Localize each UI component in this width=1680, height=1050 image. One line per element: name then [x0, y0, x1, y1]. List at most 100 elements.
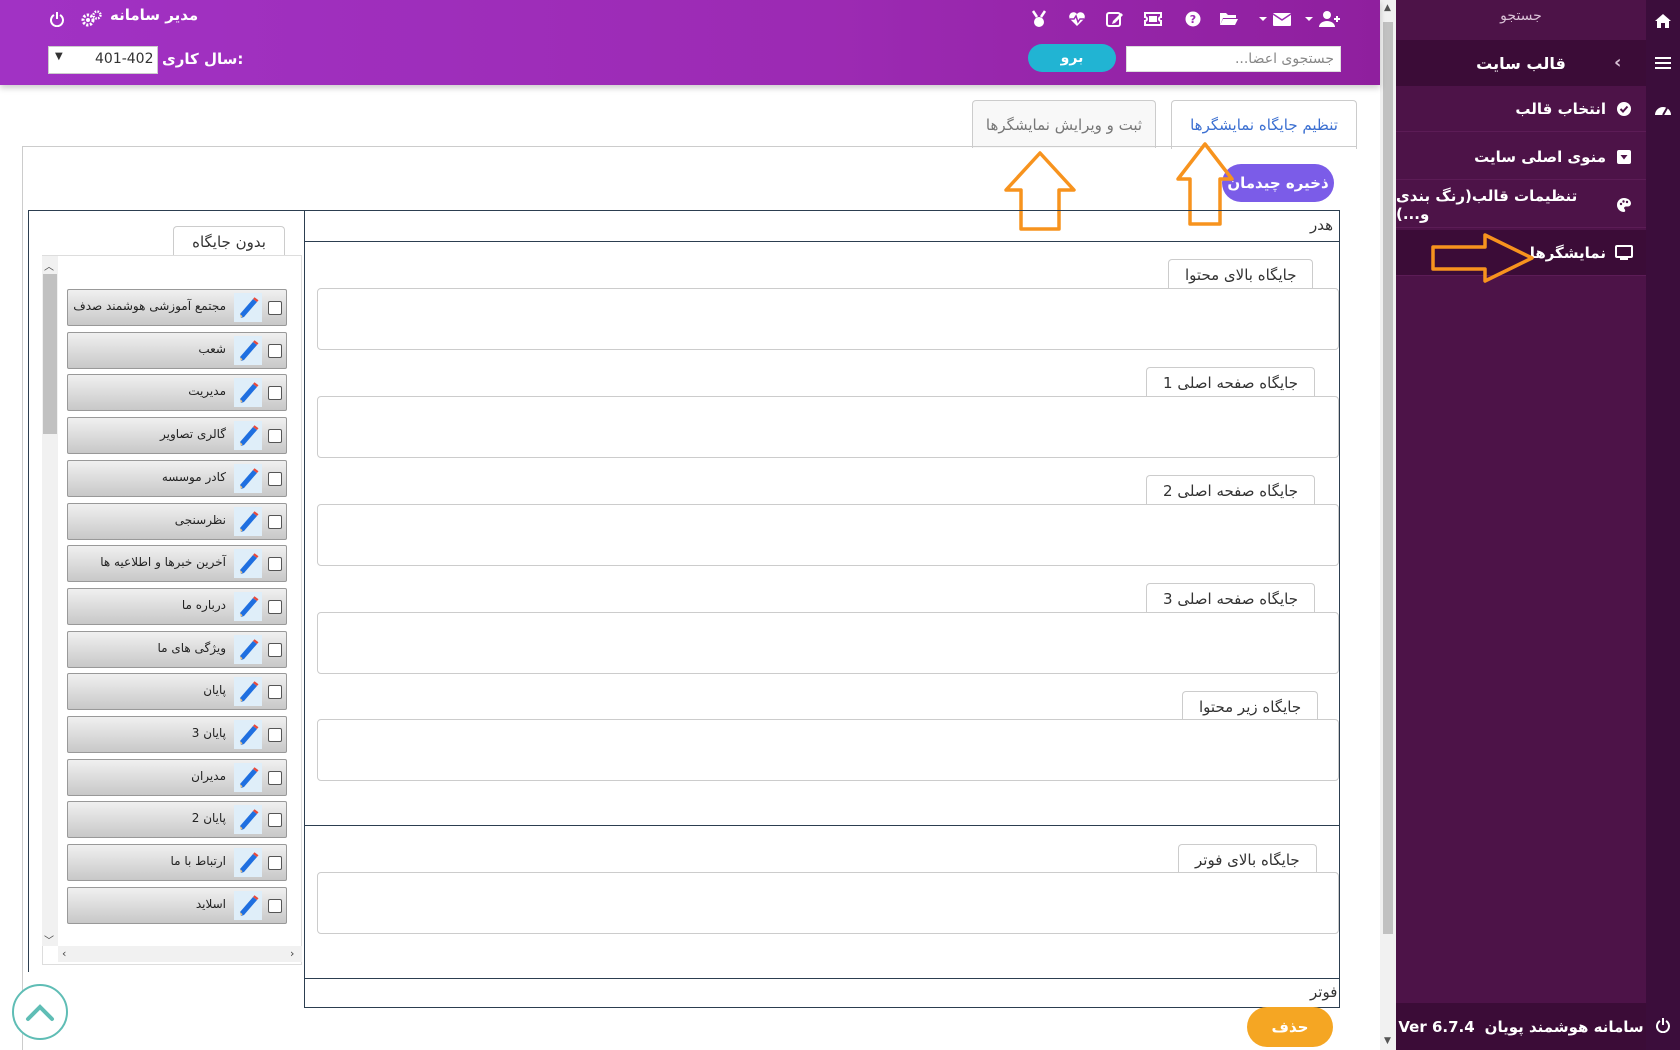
slot-dropzone-above-content[interactable] [317, 288, 1339, 350]
pencil-icon[interactable] [234, 378, 262, 407]
list-item[interactable]: کادر موسسه [67, 460, 287, 497]
list-item[interactable]: مدیران [67, 759, 287, 796]
help-icon[interactable]: ? [1182, 8, 1204, 30]
slot-dropzone-below-content[interactable] [317, 719, 1339, 781]
pencil-icon[interactable] [234, 549, 262, 578]
member-search-input[interactable]: جستجوی اعضا... [1126, 46, 1341, 72]
item-checkbox[interactable] [268, 386, 282, 400]
heartbeat-icon[interactable] [1066, 8, 1088, 30]
list-item[interactable]: نظرسنجی [67, 503, 287, 540]
sidebar-item-template-settings[interactable]: تنظیمات قالب(رنگ بندی و...) [1396, 182, 1646, 228]
item-checkbox[interactable] [268, 515, 282, 529]
footer-zone-label: فوتر [1310, 983, 1338, 1001]
annotation-arrow-up-tab-inactive [1004, 151, 1076, 231]
menu-icon[interactable] [1646, 46, 1680, 80]
list-scrollbar-thumb[interactable] [43, 274, 57, 434]
item-checkbox[interactable] [268, 344, 282, 358]
medal-icon[interactable] [1028, 8, 1050, 30]
list-scroll-up-icon[interactable]: ︿ [44, 258, 54, 273]
tab-register-displays[interactable]: ثبت و ویرایش نمایشگرها [972, 100, 1156, 148]
list-item[interactable]: اسلاید [67, 887, 287, 924]
item-checkbox[interactable] [268, 728, 282, 742]
slot-dropzone-above-footer[interactable] [317, 872, 1339, 934]
unassigned-tab[interactable]: بدون جایگاه [173, 226, 285, 256]
layout-frame-divider [304, 210, 305, 1008]
list-scroll-left-icon[interactable]: ‹ [62, 947, 66, 960]
list-item[interactable]: گالری تصاویر [67, 417, 287, 454]
list-hscrollbar[interactable] [58, 946, 302, 962]
admin-label[interactable]: مدیر سامانه [110, 6, 198, 24]
list-item[interactable]: مجتمع آموزشی هوشمند صدف [67, 289, 287, 326]
sidebar-search[interactable]: جستجو [1396, 8, 1646, 24]
pencil-icon[interactable] [234, 805, 262, 834]
list-scroll-down-icon[interactable]: ﹀ [44, 932, 54, 947]
save-layout-button[interactable]: ذخیره چیدمان [1222, 164, 1334, 202]
header-zone-label: هدر [1310, 216, 1334, 234]
ticket-icon[interactable] [1142, 8, 1164, 30]
pencil-icon[interactable] [234, 763, 262, 792]
sidebar-section-title[interactable]: قالب سایت ‹ [1396, 40, 1646, 86]
edit-icon[interactable] [1104, 8, 1126, 30]
list-scrollbar[interactable] [42, 256, 58, 946]
item-checkbox[interactable] [268, 472, 282, 486]
list-item[interactable]: شعب [67, 332, 287, 369]
item-checkbox[interactable] [268, 899, 282, 913]
folder-open-icon[interactable] [1218, 8, 1240, 30]
pencil-icon[interactable] [234, 677, 262, 706]
pencil-icon[interactable] [234, 336, 262, 365]
slot-dropzone-home-3[interactable] [317, 612, 1339, 674]
sidebar-item-select-template[interactable]: انتخاب قالب [1396, 86, 1646, 132]
pencil-icon[interactable] [234, 464, 262, 493]
layout-frame-top [28, 210, 1339, 211]
pencil-icon[interactable] [234, 848, 262, 877]
delete-button[interactable]: حذف [1247, 1007, 1333, 1047]
palette-icon [1615, 195, 1634, 215]
list-item[interactable]: درباره ما [67, 588, 287, 625]
power-icon[interactable] [1646, 1008, 1680, 1042]
list-item[interactable]: پایان [67, 673, 287, 710]
dashboard-icon[interactable] [1646, 92, 1680, 126]
pencil-icon[interactable] [234, 592, 262, 621]
slot-dropzone-home-2[interactable] [317, 504, 1339, 566]
page-scrollbar-thumb[interactable] [1383, 22, 1393, 934]
version-label: Ver 6.7.4 [1398, 1017, 1475, 1036]
monitor-icon [1614, 243, 1634, 263]
item-checkbox[interactable] [268, 771, 282, 785]
settings-gears-icon[interactable] [78, 8, 104, 30]
power-icon[interactable] [46, 8, 68, 30]
scroll-top-button[interactable] [12, 984, 68, 1040]
item-checkbox[interactable] [268, 429, 282, 443]
list-item-label: پایان 3 [191, 726, 226, 740]
list-item[interactable]: پایان 2 [67, 801, 287, 838]
year-select[interactable]: ▼ 401-402 [48, 46, 158, 74]
list-item-label: پایان 2 [191, 811, 226, 825]
list-item[interactable]: ارتباط با ما [67, 844, 287, 881]
item-checkbox[interactable] [268, 643, 282, 657]
item-checkbox[interactable] [268, 685, 282, 699]
item-checkbox[interactable] [268, 301, 282, 315]
list-item[interactable]: آخرین خبرها و اطلاعیه ها [67, 545, 287, 582]
item-checkbox[interactable] [268, 856, 282, 870]
item-checkbox[interactable] [268, 557, 282, 571]
list-item[interactable]: ویژگی های ما [67, 631, 287, 668]
pencil-icon[interactable] [234, 891, 262, 920]
list-item[interactable]: پایان 3 [67, 716, 287, 753]
list-scroll-right-icon[interactable]: › [290, 947, 294, 960]
sidebar-item-main-menu[interactable]: منوی اصلی سایت [1396, 134, 1646, 180]
slot-dropzone-home-1[interactable] [317, 396, 1339, 458]
search-go-button[interactable]: برو [1028, 44, 1116, 72]
list-item[interactable]: مدیریت [67, 374, 287, 411]
home-icon[interactable] [1646, 4, 1680, 38]
pencil-icon[interactable] [234, 507, 262, 536]
page-scrollbar[interactable]: ▲ ▼ [1380, 0, 1396, 1050]
item-checkbox[interactable] [268, 813, 282, 827]
messages-dropdown[interactable] [1256, 8, 1294, 30]
pencil-icon[interactable] [234, 720, 262, 749]
pencil-icon[interactable] [234, 635, 262, 664]
pencil-icon[interactable] [234, 293, 262, 322]
item-checkbox[interactable] [268, 600, 282, 614]
scroll-down-icon[interactable]: ▼ [1384, 1036, 1391, 1046]
scroll-up-icon[interactable]: ▲ [1384, 3, 1391, 13]
users-dropdown[interactable] [1302, 8, 1342, 30]
pencil-icon[interactable] [234, 421, 262, 450]
